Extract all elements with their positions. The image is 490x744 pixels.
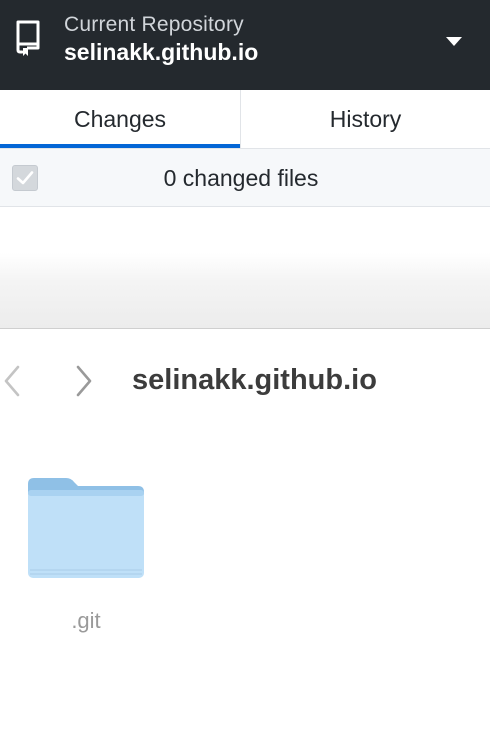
tab-history[interactable]: History	[241, 90, 490, 149]
finder-title: selinakk.github.io	[132, 364, 377, 396]
tab-changes[interactable]: Changes	[0, 90, 240, 149]
chevron-right-icon[interactable]	[72, 364, 94, 398]
repository-selector[interactable]: Current Repository selinakk.github.io	[0, 0, 490, 90]
selected-tab-indicator	[0, 144, 240, 148]
changed-files-count: 0 changed files	[163, 164, 319, 191]
repo-icon	[16, 20, 40, 56]
select-all-checkbox[interactable]	[12, 165, 38, 191]
changed-files-header: 0 changed files	[0, 149, 490, 207]
changes-list	[0, 207, 490, 329]
folder-name: .git	[71, 608, 101, 633]
finder-window: selinakk.github.io .git	[0, 330, 490, 744]
tab-bar: Changes History	[0, 90, 490, 149]
folder-icon	[28, 478, 144, 578]
chevron-left-icon[interactable]	[2, 364, 24, 398]
repository-caption: Current Repository	[64, 13, 244, 36]
folder-item[interactable]: .git	[22, 474, 150, 644]
repository-name: selinakk.github.io	[64, 39, 259, 65]
checkmark-icon	[16, 171, 34, 185]
chevron-down-icon[interactable]	[446, 37, 462, 46]
